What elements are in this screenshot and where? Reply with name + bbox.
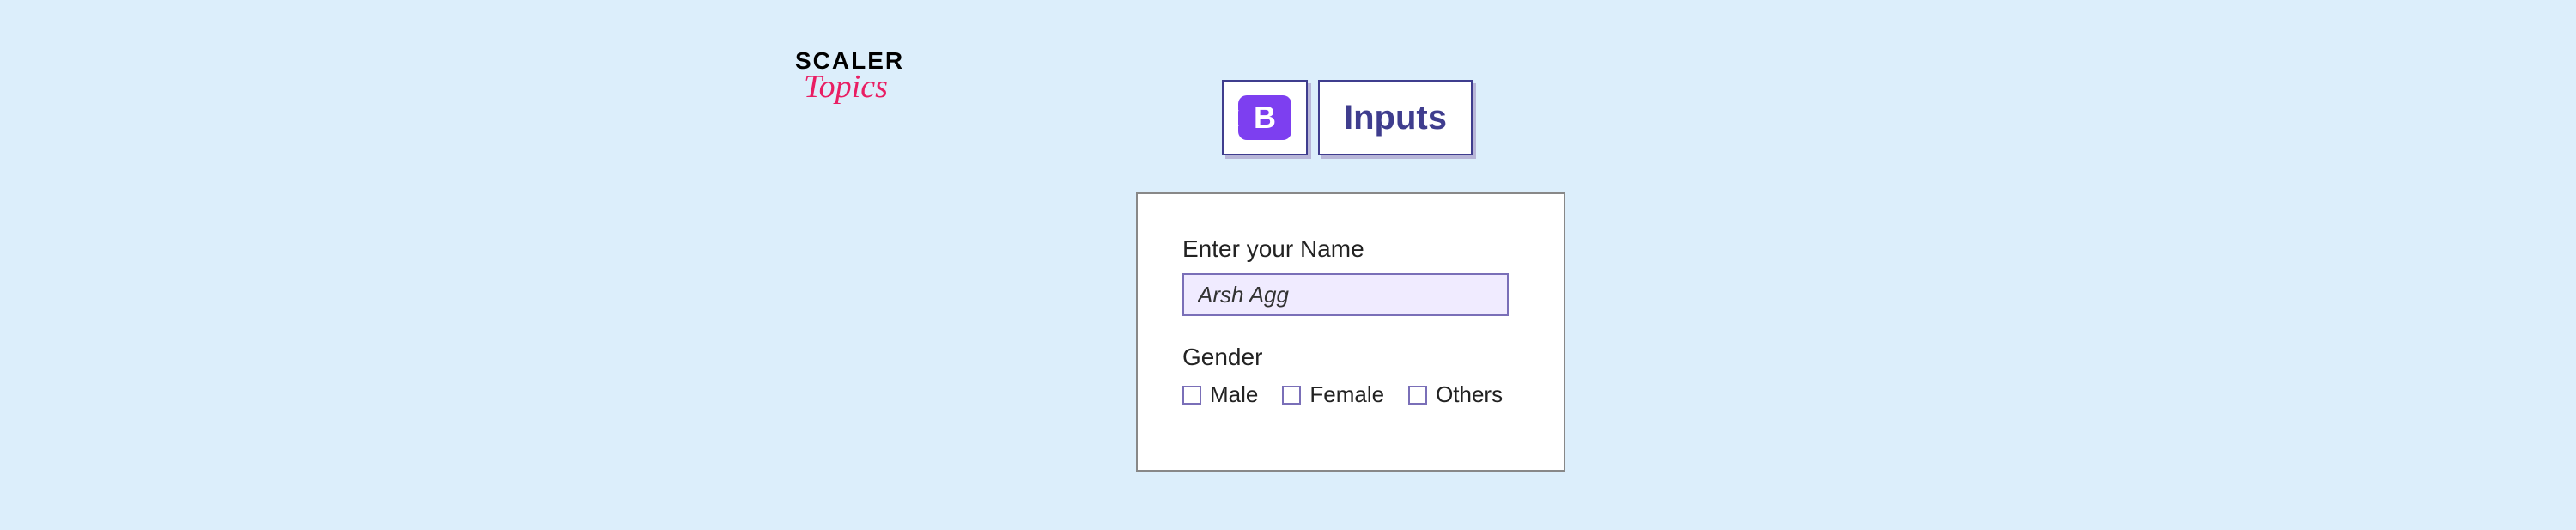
checkbox-item-male: Male [1182, 381, 1258, 408]
gender-section: Gender Male Female Others [1182, 344, 1519, 408]
bootstrap-icon: { B } [1238, 95, 1291, 140]
name-field-label: Enter your Name [1182, 235, 1519, 263]
checkbox-item-others: Others [1408, 381, 1503, 408]
header-badges: { B } Inputs [1222, 80, 1473, 155]
form-container: Enter your Name Gender Male Female Other… [1136, 192, 1565, 472]
inputs-title-badge: Inputs [1318, 80, 1473, 155]
checkbox-female[interactable] [1282, 386, 1301, 405]
gender-field-label: Gender [1182, 344, 1519, 371]
page-title: Inputs [1344, 99, 1447, 137]
checkbox-others[interactable] [1408, 386, 1427, 405]
checkbox-item-female: Female [1282, 381, 1384, 408]
checkbox-label-male: Male [1210, 381, 1258, 408]
scaler-topics-logo: SCALER Topics [795, 47, 904, 106]
checkbox-male[interactable] [1182, 386, 1201, 405]
gender-checkbox-group: Male Female Others [1182, 381, 1519, 408]
bootstrap-icon-badge: { B } [1222, 80, 1308, 155]
name-input[interactable] [1182, 273, 1509, 316]
checkbox-label-others: Others [1436, 381, 1503, 408]
checkbox-label-female: Female [1309, 381, 1384, 408]
